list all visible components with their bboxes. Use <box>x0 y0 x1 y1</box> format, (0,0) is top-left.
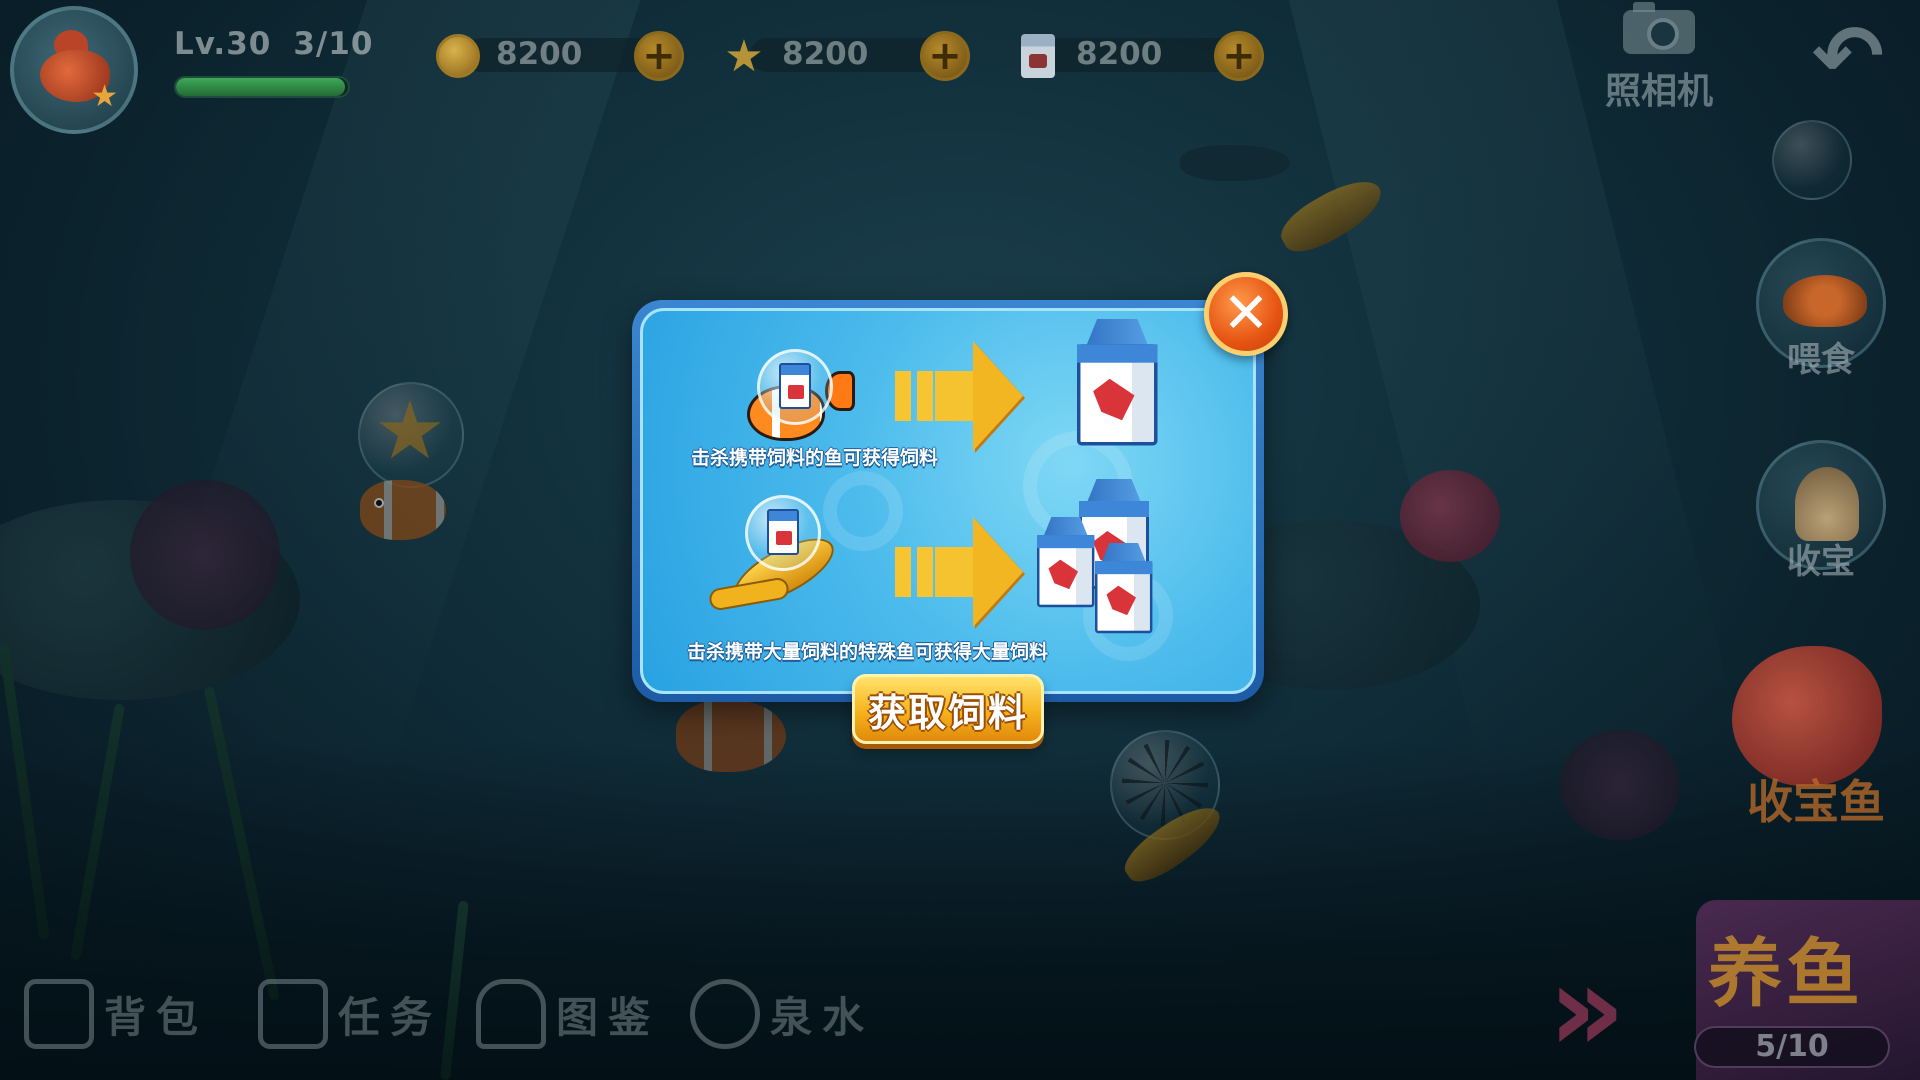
back-arrow-icon[interactable]: ↶ <box>1798 12 1898 102</box>
star-value: 8200 <box>782 36 869 72</box>
task-list-icon <box>258 979 328 1049</box>
feed-pile-icon <box>1783 275 1867 327</box>
raise-fish-count: 5/10 <box>1694 1026 1890 1068</box>
hammerhead-with-feed <box>707 487 859 617</box>
xp-progress-bar <box>174 76 350 98</box>
collect-button[interactable]: 收宝 <box>1756 440 1886 583</box>
raise-fish-title: 养鱼 <box>1708 931 1864 1017</box>
nav-backpack[interactable]: 背包 <box>24 974 208 1054</box>
nav-spring[interactable]: 泉水 <box>690 974 874 1054</box>
add-feed-button[interactable]: + <box>1214 31 1264 81</box>
milk-carton-icon <box>779 363 811 409</box>
add-coin-button[interactable]: + <box>634 31 684 81</box>
raise-fish-panel[interactable]: » 养鱼 5/10 <box>1548 900 1920 1080</box>
double-chevron-icon: » <box>1548 940 1626 1079</box>
camera-label: 照相机 <box>1604 71 1713 112</box>
camera-icon <box>1623 2 1695 54</box>
modal-body: 击杀携带饲料的鱼可获得饲料 击杀携带大量饲料的特殊鱼可获得大量饲料 <box>640 308 1256 694</box>
right-arrow-icon <box>895 517 1025 627</box>
star-icon: ★ <box>91 79 118 114</box>
treasure-fish-label: 收宝鱼 <box>1747 775 1885 829</box>
bottom-nav: 背包 任务 图鉴 泉水 <box>0 960 930 1080</box>
nav-codex-label: 图鉴 <box>556 992 661 1042</box>
player-level: Lv.30 3/10 <box>174 26 373 62</box>
spiral-water-icon <box>690 979 760 1049</box>
star-counter: ★ 8200 + <box>720 31 980 82</box>
collect-label: 收宝 <box>1787 542 1855 582</box>
close-x-icon[interactable]: ✕ <box>1204 272 1288 356</box>
milk-carton-icon <box>1014 32 1062 80</box>
feed-counter: 8200 + <box>1014 31 1274 81</box>
camera-button[interactable]: 照相机 <box>1596 2 1722 112</box>
row1-caption: 击杀携带饲料的鱼可获得饲料 <box>691 447 939 469</box>
clownfish-with-feed <box>737 349 857 449</box>
milk-carton-icon <box>1037 517 1095 608</box>
goldfish-icon <box>1732 646 1882 786</box>
shell-icon <box>1795 467 1859 541</box>
milk-carton-icon <box>1095 543 1153 634</box>
feed-value: 8200 <box>1076 36 1163 72</box>
coin-icon <box>434 32 482 80</box>
row2-caption: 击杀携带大量饲料的特殊鱼可获得大量饲料 <box>687 641 1049 663</box>
coin-counter: 8200 + <box>434 31 694 81</box>
backpack-icon <box>24 979 94 1049</box>
top-bar: ★ Lv.30 3/10 8200 + ★ 8200 + 8200 + 照相机 ↶ <box>0 0 1920 135</box>
level-label: Lv.30 <box>174 26 272 62</box>
star-icon: ★ <box>724 30 764 82</box>
nav-codex[interactable]: 图鉴 <box>476 974 660 1054</box>
book-icon <box>476 979 546 1049</box>
feed-info-modal: 击杀携带饲料的鱼可获得饲料 击杀携带大量饲料的特殊鱼可获得大量饲料 <box>632 300 1264 702</box>
nav-spring-label: 泉水 <box>770 992 875 1042</box>
milk-carton-icon <box>1077 319 1158 446</box>
feed-label: 喂食 <box>1787 340 1855 380</box>
nav-tasks[interactable]: 任务 <box>258 974 442 1054</box>
coin-value: 8200 <box>496 36 583 72</box>
treasure-fish-button[interactable]: 收宝鱼 <box>1722 646 1902 829</box>
level-progress-text: 3/10 <box>293 26 374 62</box>
right-arrow-icon <box>895 341 1025 451</box>
player-avatar[interactable]: ★ <box>10 6 138 134</box>
get-feed-button[interactable]: 获取饲料 <box>852 674 1044 744</box>
milk-carton-icon <box>767 509 799 555</box>
add-star-button[interactable]: + <box>920 31 970 81</box>
nav-tasks-label: 任务 <box>338 992 443 1042</box>
xp-progress-fill <box>176 78 345 96</box>
nav-backpack-label: 背包 <box>104 992 209 1042</box>
feed-button[interactable]: 喂食 <box>1756 238 1886 381</box>
